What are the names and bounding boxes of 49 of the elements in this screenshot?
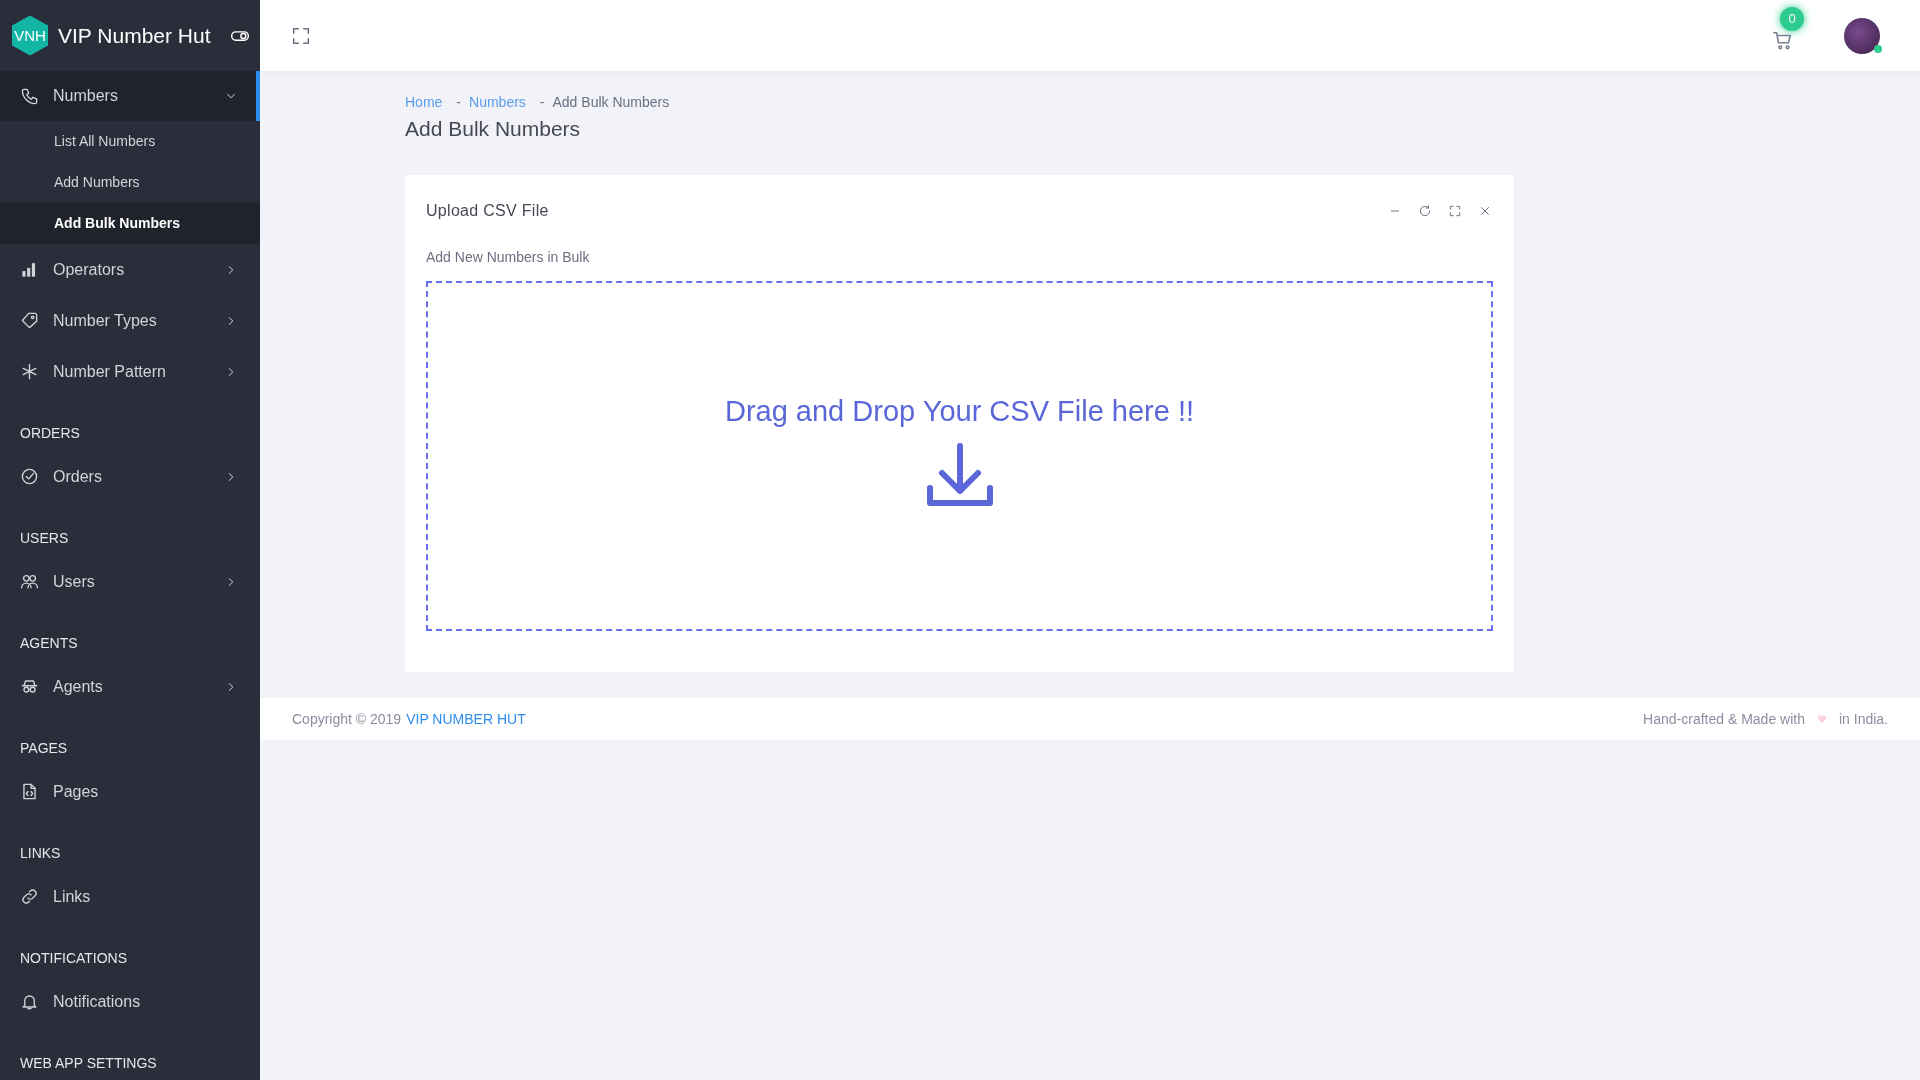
submenu-item[interactable]: List All Numbers [0,121,260,162]
section-heading: USERS [19,529,70,548]
link-icon [20,887,39,906]
credit-text: Hand-crafted & Made with [1643,711,1805,727]
submenu-item[interactable]: Add Bulk Numbers [0,203,260,244]
expand-icon[interactable] [1448,204,1462,218]
sidebar-item[interactable]: Notifications [0,976,260,1027]
sidebar-item[interactable]: Orders [0,451,260,502]
card-title: Upload CSV File [426,202,550,220]
section-heading: AGENTS [19,634,79,653]
avatar[interactable] [1844,17,1880,54]
drop-zone[interactable]: Drag and Drop Your CSV File here !! [426,281,1493,631]
brand-name: VIP Number Hut [58,23,212,48]
breadcrumb-separator: - [539,94,545,110]
tag-icon [20,311,39,330]
users-icon [20,572,39,591]
field-label: Add New Numbers in Bulk [426,249,591,265]
section-heading: ORDERS [19,424,81,443]
breadcrumb-current: Add Bulk Numbers [552,94,670,110]
page-title: Add Bulk Numbers [405,117,582,141]
spy-icon [20,677,39,696]
sidebar-item[interactable]: Agents [0,661,260,712]
heart-icon [1815,713,1828,725]
credit-text: in India. [1838,711,1888,727]
footer-link[interactable]: VIP NUMBER HUT [406,711,526,727]
close-icon[interactable] [1478,204,1492,218]
section-heading: NOTIFICATIONS [19,949,129,968]
file-code-icon [20,782,39,801]
sidebar-item[interactable]: Operators [0,244,260,295]
refresh-icon[interactable] [1418,204,1432,218]
breadcrumb-separator: - [456,94,462,110]
section-heading: LINKS [19,844,62,863]
submenu-item[interactable]: Add Numbers [0,162,260,203]
sidebar-item[interactable]: Users [0,556,260,607]
phone-icon [20,86,39,106]
drop-zone-text: Drag and Drop Your CSV File here !! [724,394,1195,428]
sidebar-item[interactable]: Links [0,871,260,922]
section-heading: WEB APP SETTINGS [19,1054,158,1073]
copyright-text: Copyright © 2019 [292,711,402,727]
logo: VNH [12,15,48,56]
bell-icon [20,992,39,1011]
section-heading: PAGES [19,739,69,758]
sidebar-item[interactable]: Number Pattern [0,346,260,397]
sidebar-item[interactable]: Pages [0,766,260,817]
check-circle-icon [20,467,39,486]
sidebar-item[interactable]: Numbers [0,71,260,121]
sidebar-item[interactable]: Number Types [0,295,260,346]
cart-count-badge: 0 [1780,6,1804,31]
asterisk-icon [20,362,39,381]
